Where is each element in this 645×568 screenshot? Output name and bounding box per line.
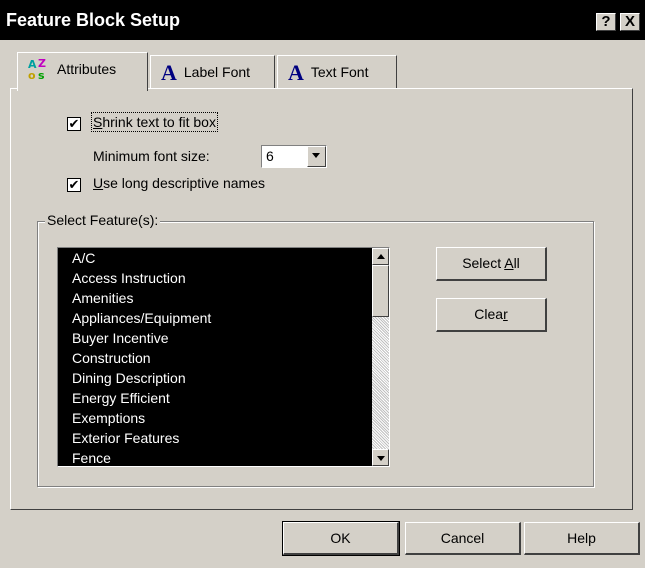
- list-item[interactable]: Access Instruction: [58, 268, 374, 288]
- tab-label-font-label: Label Font: [183, 64, 251, 80]
- long-names-checkbox[interactable]: ✔: [67, 178, 81, 192]
- list-item[interactable]: Buyer Incentive: [58, 328, 374, 348]
- list-item[interactable]: Amenities: [58, 288, 374, 308]
- minimum-font-size-label: Minimum font size:: [93, 148, 210, 164]
- minimum-font-size-value: 6: [266, 148, 274, 164]
- list-item[interactable]: Construction: [58, 348, 374, 368]
- scroll-down-button[interactable]: [372, 449, 389, 466]
- features-list: A/C Access Instruction Amenities Applian…: [58, 248, 374, 466]
- list-item[interactable]: A/C: [58, 248, 374, 268]
- select-features-label: Select Feature(s):: [45, 212, 161, 228]
- help-button[interactable]: Help: [524, 522, 640, 555]
- dropdown-arrow-button[interactable]: [307, 146, 326, 167]
- list-scrollbar[interactable]: [372, 248, 389, 466]
- list-item[interactable]: Exterior Features: [58, 428, 374, 448]
- ok-button[interactable]: OK: [282, 521, 400, 556]
- tab-label-font[interactable]: A Label Font: [150, 55, 275, 88]
- scroll-up-button[interactable]: [372, 248, 389, 265]
- close-button[interactable]: X: [620, 13, 640, 31]
- font-a-icon: A: [288, 60, 304, 86]
- help-title-button[interactable]: ?: [596, 13, 616, 31]
- clear-button[interactable]: Clear: [436, 298, 547, 332]
- attributes-panel: ✔ Shrink text to fit box Minimum font si…: [10, 88, 633, 510]
- select-all-button[interactable]: Select All: [436, 247, 547, 281]
- tab-strip: A Z o s Attributes A Label Font A Text Fon…: [0, 52, 645, 91]
- list-item[interactable]: Dining Description: [58, 368, 374, 388]
- tab-attributes-label: Attributes: [57, 61, 117, 77]
- list-item[interactable]: Energy Efficient: [58, 388, 374, 408]
- title-bar: Feature Block Setup ? X: [0, 0, 645, 40]
- list-item[interactable]: Appliances/Equipment: [58, 308, 374, 328]
- minimum-font-size-select[interactable]: 6: [261, 145, 327, 168]
- tab-text-font-label: Text Font: [310, 64, 369, 80]
- shrink-text-checkbox[interactable]: ✔: [67, 117, 81, 131]
- long-names-label[interactable]: Use long descriptive names: [93, 175, 265, 191]
- feature-block-setup-dialog: Feature Block Setup ? X A Z o s Attribut…: [0, 0, 645, 568]
- sort-az-icon: A Z o s: [28, 57, 46, 83]
- font-a-icon: A: [161, 60, 177, 86]
- arrow-up-icon: [377, 254, 385, 259]
- arrow-down-icon: [377, 456, 385, 461]
- tab-text-font[interactable]: A Text Font: [277, 55, 397, 88]
- window-title: Feature Block Setup: [6, 10, 181, 30]
- features-listbox[interactable]: A/C Access Instruction Amenities Applian…: [57, 247, 390, 467]
- chevron-down-icon: [312, 153, 320, 158]
- cancel-button[interactable]: Cancel: [405, 522, 521, 555]
- scroll-thumb[interactable]: [372, 265, 389, 317]
- list-item[interactable]: Exemptions: [58, 408, 374, 428]
- tab-attributes[interactable]: A Z o s Attributes: [17, 52, 148, 91]
- list-item[interactable]: Fence: [58, 448, 374, 466]
- shrink-text-label[interactable]: Shrink text to fit box: [91, 112, 218, 132]
